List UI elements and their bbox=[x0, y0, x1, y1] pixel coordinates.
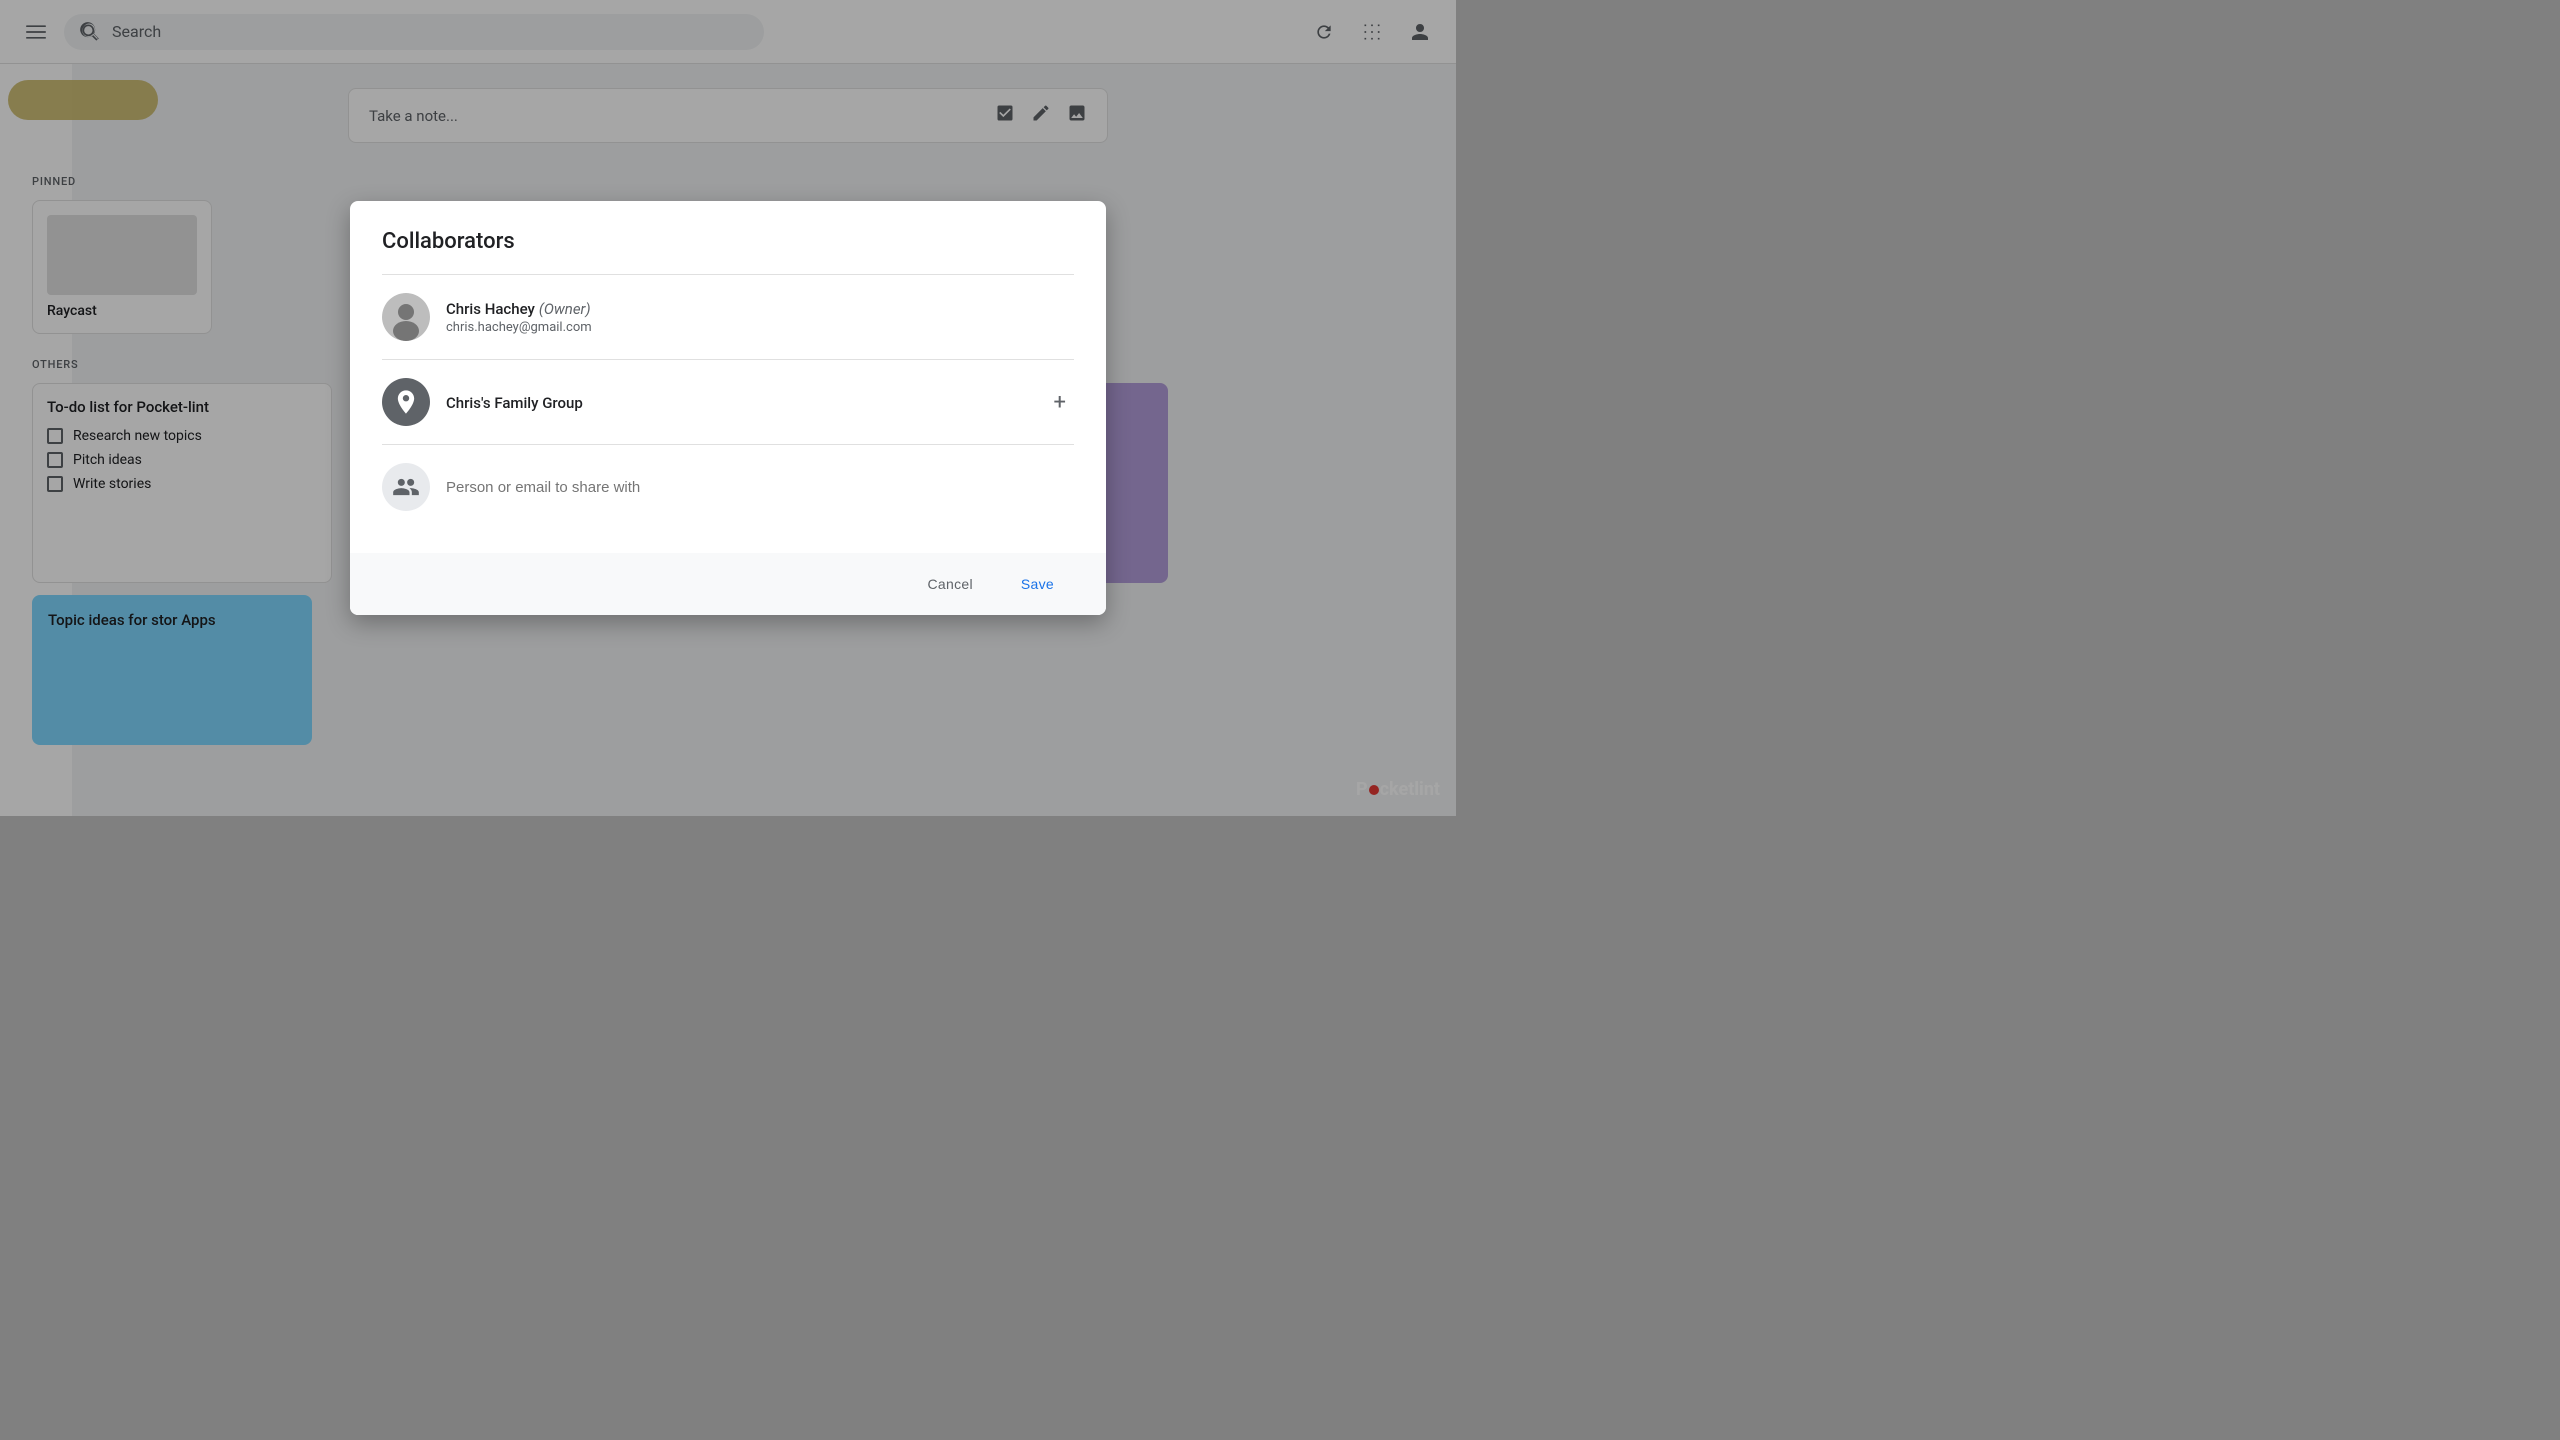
group-name: Chris's Family Group bbox=[446, 394, 583, 412]
share-email-input[interactable] bbox=[446, 479, 1074, 496]
add-group-button[interactable]: + bbox=[1046, 382, 1074, 423]
modal-title: Collaborators bbox=[382, 229, 1074, 254]
modal-backdrop[interactable]: Collaborators Chris Hachey (Owner) bbox=[0, 0, 1456, 816]
owner-email: chris.hachey@gmail.com bbox=[446, 320, 1074, 335]
modal-footer: Cancel Save bbox=[350, 553, 1106, 615]
owner-info: Chris Hachey (Owner) chris.hachey@gmail.… bbox=[446, 299, 1074, 335]
owner-avatar-img bbox=[382, 293, 430, 341]
group-avatar bbox=[382, 378, 430, 426]
owner-name: Chris Hachey bbox=[446, 300, 535, 318]
owner-row: Chris Hachey (Owner) chris.hachey@gmail.… bbox=[382, 275, 1074, 360]
cancel-button[interactable]: Cancel bbox=[907, 567, 992, 601]
owner-name-row: Chris Hachey (Owner) bbox=[446, 299, 1074, 318]
add-person-avatar bbox=[382, 463, 430, 511]
share-input-row bbox=[382, 445, 1074, 529]
group-row: Chris's Family Group + bbox=[382, 360, 1074, 445]
group-avatar-icon bbox=[392, 388, 420, 416]
owner-role-label: (Owner) bbox=[539, 300, 591, 318]
group-info: Chris's Family Group bbox=[446, 393, 1030, 412]
save-button[interactable]: Save bbox=[1001, 567, 1074, 601]
collaborators-modal: Collaborators Chris Hachey (Owner) bbox=[350, 201, 1106, 615]
modal-body: Collaborators Chris Hachey (Owner) bbox=[350, 201, 1106, 553]
owner-avatar bbox=[382, 293, 430, 341]
add-person-icon bbox=[392, 473, 420, 501]
